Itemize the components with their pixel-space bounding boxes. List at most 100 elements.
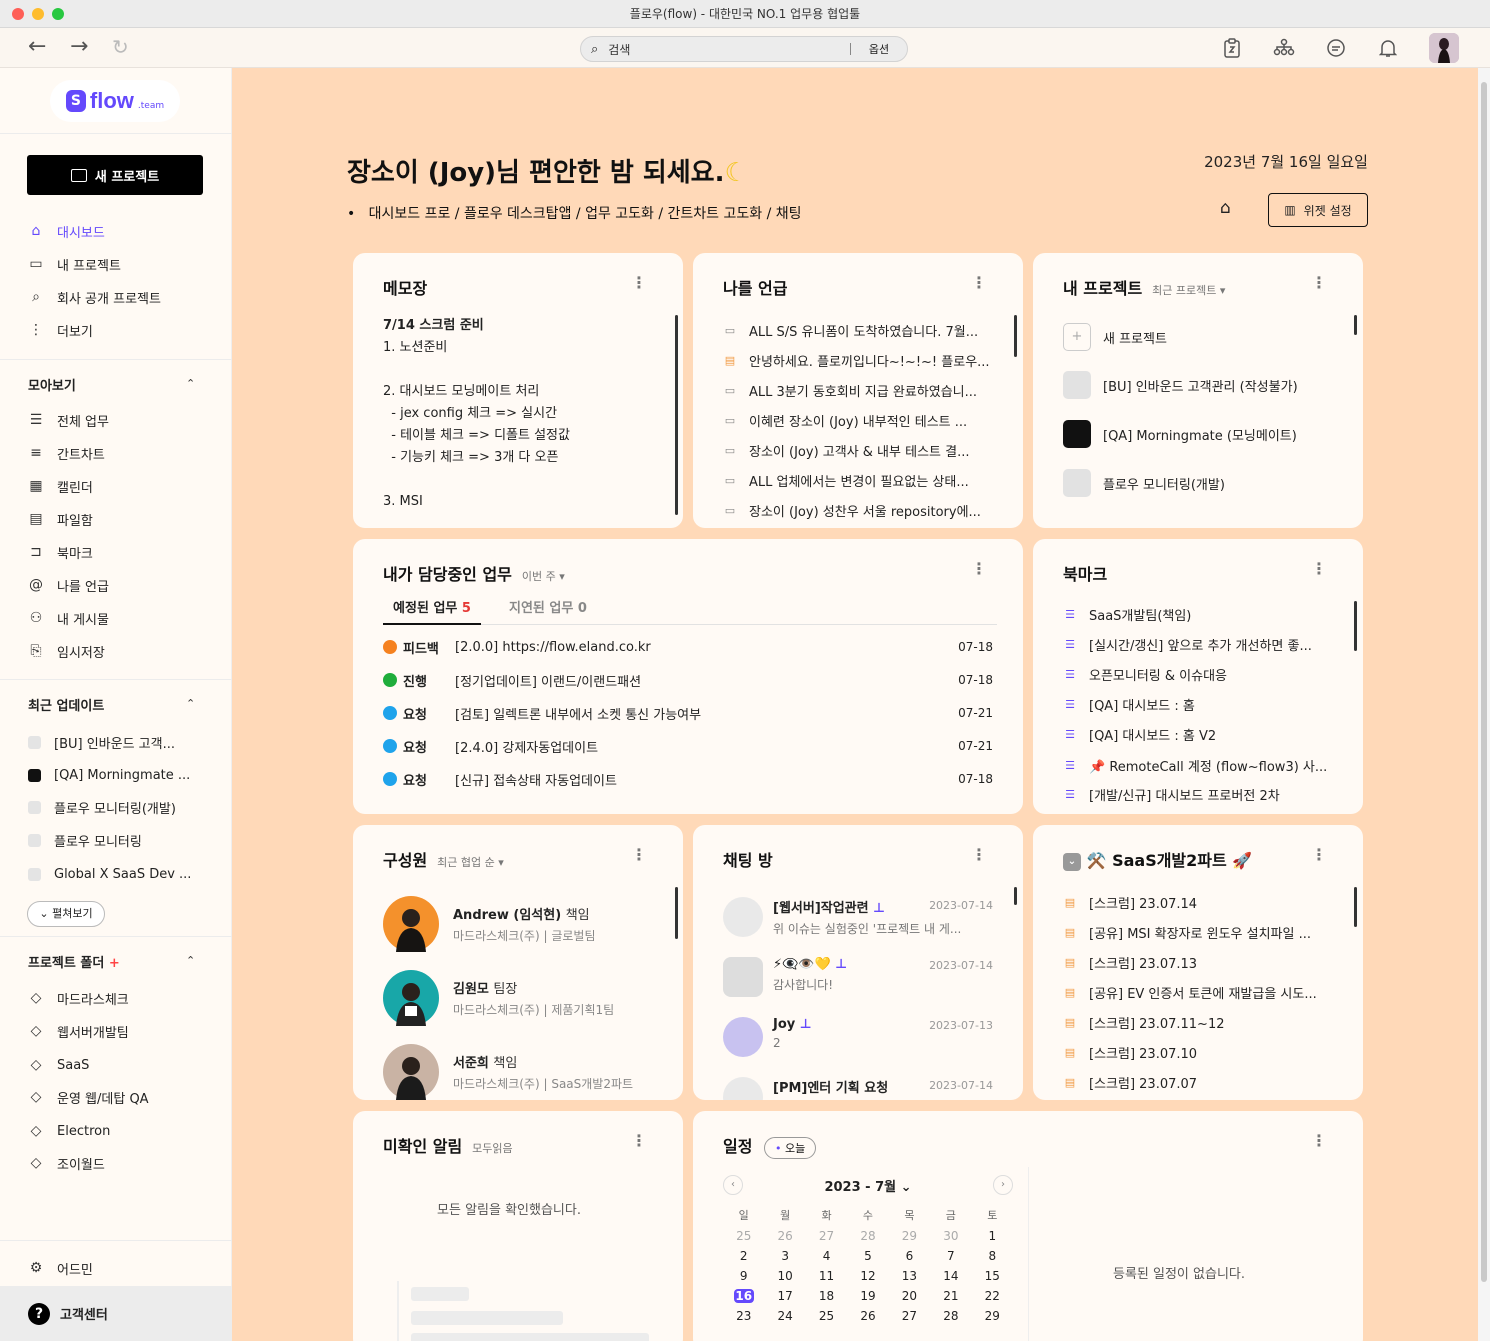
member-item[interactable]: 서준희 책임 마드라스체크(주) | SaaS개발2파트 bbox=[383, 1044, 633, 1100]
sidebar-recent-item[interactable]: [QA] Morningmate ... bbox=[28, 765, 190, 785]
expand-recent-button[interactable]: ⌄ 펼쳐보기 bbox=[27, 901, 105, 927]
mention-item[interactable]: ▤ 안녕하세요. 플로끼입니다~!~!~! 플로우... bbox=[723, 351, 990, 370]
mentions-scrollbar[interactable] bbox=[1014, 315, 1017, 357]
chat-bubble-icon[interactable] bbox=[1325, 38, 1347, 60]
calendar-day[interactable]: 3 bbox=[764, 1249, 805, 1263]
mention-item[interactable]: ▭ 장소이 (Joy) 고객사 & 내부 테스트 결... bbox=[723, 441, 970, 460]
calendar-day[interactable]: 28 bbox=[930, 1309, 971, 1323]
calendar-day[interactable]: 13 bbox=[889, 1269, 930, 1283]
home-settings-icon[interactable]: ⌂ bbox=[1220, 198, 1231, 218]
minimize-window-button[interactable] bbox=[32, 8, 44, 20]
bookmark-item[interactable]: ☰ [QA] 대시보드 : 홈 V2 bbox=[1063, 725, 1216, 744]
sidebar-item-gantt[interactable]: ≡ 간트차트 bbox=[28, 443, 105, 463]
feed-item[interactable]: ▤ [스크럼] 23.07.11~12 bbox=[1063, 1013, 1225, 1032]
forward-arrow-icon[interactable]: → bbox=[70, 36, 88, 58]
task-row[interactable]: 요청 [검토] 일렉트론 내부에서 소켓 통신 가능여부 07-21 bbox=[383, 703, 993, 723]
more-vertical-icon[interactable]: ⋮ bbox=[971, 561, 987, 577]
chat-room-item[interactable]: Joy ⊥ 2 2023-07-13 bbox=[723, 1017, 993, 1057]
sidebar-item-my-projects[interactable]: ▭ 내 프로젝트 bbox=[28, 254, 121, 274]
sidebar-recent-item[interactable]: 플로우 모니터링(개발) bbox=[28, 797, 176, 817]
chat-scrollbar[interactable] bbox=[1014, 887, 1017, 905]
members-scrollbar[interactable] bbox=[675, 887, 678, 939]
more-vertical-icon[interactable]: ⋮ bbox=[1311, 561, 1327, 577]
calendar-day[interactable]: 11 bbox=[806, 1269, 847, 1283]
calendar-day[interactable]: 28 bbox=[847, 1229, 888, 1243]
calendar-day[interactable]: 20 bbox=[889, 1289, 930, 1303]
flow-logo[interactable]: S flow .team bbox=[50, 80, 180, 122]
sidebar-item-more[interactable]: ⋮ 더보기 bbox=[28, 320, 93, 340]
sidebar-folder-item[interactable]: ◇ 운영 웹/데탑 QA bbox=[28, 1087, 149, 1107]
dropdown-toggle-icon[interactable]: ⌄ bbox=[1063, 852, 1081, 871]
calendar-day[interactable]: 16 bbox=[723, 1289, 764, 1303]
more-vertical-icon[interactable]: ⋮ bbox=[631, 1133, 647, 1149]
reload-icon[interactable]: ↻ bbox=[112, 36, 129, 58]
project-item[interactable]: [BU] 인바운드 고객관리 (작성불가) bbox=[1063, 371, 1298, 399]
member-item[interactable]: 김원모 팀장 마드라스체크(주) | 제품기획1팀 bbox=[383, 970, 614, 1026]
tab-scheduled[interactable]: 예정된 업무 5 bbox=[383, 597, 481, 625]
search-input[interactable]: 검색 bbox=[608, 41, 850, 58]
chat-room-item[interactable]: ⚡👁️‍🗨️👁️💛 ⊥ 감사합니다! 2023-07-14 bbox=[723, 957, 993, 997]
more-vertical-icon[interactable]: ⋮ bbox=[1311, 275, 1327, 291]
calendar-day[interactable]: 14 bbox=[930, 1269, 971, 1283]
add-folder-icon[interactable]: + bbox=[109, 956, 120, 971]
member-item[interactable]: Andrew (임석현) 책임 마드라스체크(주) | 글로벌팀 bbox=[383, 896, 596, 952]
feed-item[interactable]: ▤ [스크럼] 23.07.10 bbox=[1063, 1043, 1197, 1062]
sidebar-item-drafts[interactable]: ⎘ 임시저장 bbox=[28, 641, 104, 661]
user-avatar[interactable] bbox=[1429, 33, 1459, 63]
memo-scrollbar[interactable] bbox=[675, 315, 678, 515]
mark-all-read-link[interactable]: 모두읽음 bbox=[472, 1142, 512, 1155]
chevron-left-icon[interactable]: ‹ bbox=[723, 1175, 743, 1195]
bookmark-item[interactable]: ☰ 📌 RemoteCall 계정 (flow~flow3) 사... bbox=[1063, 756, 1327, 775]
bookmark-item[interactable]: ☰ 오픈모니터링 & 이슈대응 bbox=[1063, 665, 1227, 684]
sidebar-item-admin[interactable]: ⚙ 어드민 bbox=[28, 1258, 93, 1278]
zoom-window-button[interactable] bbox=[52, 8, 64, 20]
calendar-day[interactable]: 9 bbox=[723, 1269, 764, 1283]
calendar-day[interactable]: 27 bbox=[889, 1309, 930, 1323]
task-row[interactable]: 요청 [2.4.0] 강제자동업데이트 07-21 bbox=[383, 736, 993, 756]
sidebar-item-files[interactable]: ▤ 파일함 bbox=[28, 509, 93, 529]
mention-item[interactable]: ▭ ALL 업체에서는 변경이 필요없는 상태... bbox=[723, 471, 969, 490]
sidebar-folder-item[interactable]: ◇ SaaS bbox=[28, 1055, 90, 1075]
calendar-day[interactable]: 1 bbox=[972, 1229, 1013, 1243]
sidebar-folder-item[interactable]: ◇ 웹서버개발팀 bbox=[28, 1021, 129, 1041]
more-vertical-icon[interactable]: ⋮ bbox=[1311, 1133, 1327, 1149]
sidebar-item-all-tasks[interactable]: ☰ 전체 업무 bbox=[28, 410, 109, 430]
more-vertical-icon[interactable]: ⋮ bbox=[971, 275, 987, 291]
search-options-button[interactable]: 옵션 bbox=[851, 41, 907, 57]
more-vertical-icon[interactable]: ⋮ bbox=[1311, 847, 1327, 863]
calendar-day[interactable]: 30 bbox=[930, 1229, 971, 1243]
sidebar-recent-item[interactable]: Global X SaaS Dev ... bbox=[28, 864, 191, 884]
bookmark-item[interactable]: ☰ [개발/신규] 대시보드 프로버전 2차 bbox=[1063, 785, 1280, 804]
memo-content[interactable]: 7/14 스크럼 준비 1. 노션준비 2. 대시보드 모닝메이트 처리 - j… bbox=[383, 315, 570, 513]
bookmark-item[interactable]: ☰ [QA] 대시보드 : 홈 bbox=[1063, 695, 1195, 714]
sidebar-item-calendar[interactable]: ▦ 캘린더 bbox=[28, 476, 93, 496]
calendar-day[interactable]: 17 bbox=[764, 1289, 805, 1303]
calendar-day[interactable]: 7 bbox=[930, 1249, 971, 1263]
help-center-button[interactable]: ? 고객센터 bbox=[0, 1286, 232, 1341]
chat-room-item[interactable]: [PM]엔터 기획 요청 2023-07-14 bbox=[723, 1077, 993, 1100]
mention-item[interactable]: ▭ 장소이 (Joy) 성찬우 서울 repository에... bbox=[723, 501, 981, 520]
task-row[interactable]: 요청 [신규] 접속상태 자동업데이트 07-18 bbox=[383, 769, 993, 789]
chevron-up-icon[interactable]: ⌃ bbox=[186, 697, 195, 710]
sidebar-folder-item[interactable]: ◇ Electron bbox=[28, 1121, 111, 1141]
mention-item[interactable]: ▭ ALL 3분기 동호회비 지급 완료하였습니... bbox=[723, 381, 977, 400]
more-vertical-icon[interactable]: ⋮ bbox=[631, 275, 647, 291]
search-bar[interactable]: ⌕ 검색 옵션 bbox=[580, 36, 908, 62]
calendar-day[interactable]: 15 bbox=[972, 1269, 1013, 1283]
sidebar-item-mentions[interactable]: @ 나를 언급 bbox=[28, 575, 109, 595]
feed-item[interactable]: ▤ [공유] EV 인증서 토큰에 재발급을 시도... bbox=[1063, 983, 1317, 1002]
sidebar-recent-item[interactable]: [BU] 인바운드 고객... bbox=[28, 732, 175, 752]
widget-settings-button[interactable]: ▥ 위젯 설정 bbox=[1268, 193, 1368, 227]
main-scrollbar[interactable] bbox=[1478, 68, 1490, 1341]
sidebar-recent-item[interactable]: 플로우 모니터링 bbox=[28, 830, 142, 850]
calendar-day[interactable]: 24 bbox=[764, 1309, 805, 1323]
sidebar-item-public-projects[interactable]: ⌕ 회사 공개 프로젝트 bbox=[28, 287, 161, 307]
calendar-day[interactable]: 25 bbox=[806, 1309, 847, 1323]
task-row[interactable]: 피드백 [2.0.0] https://flow.eland.co.kr 07-18 bbox=[383, 637, 993, 657]
calendar-day[interactable]: 26 bbox=[847, 1309, 888, 1323]
calendar-day[interactable]: 29 bbox=[972, 1309, 1013, 1323]
bookmark-item[interactable]: ☰ SaaS개발팀(책임) bbox=[1063, 605, 1191, 624]
project-sort-dropdown[interactable]: 최근 프로젝트 ▾ bbox=[1152, 284, 1225, 297]
calendar-day[interactable]: 12 bbox=[847, 1269, 888, 1283]
sidebar-item-dashboard[interactable]: ⌂ 대시보드 bbox=[28, 221, 105, 241]
